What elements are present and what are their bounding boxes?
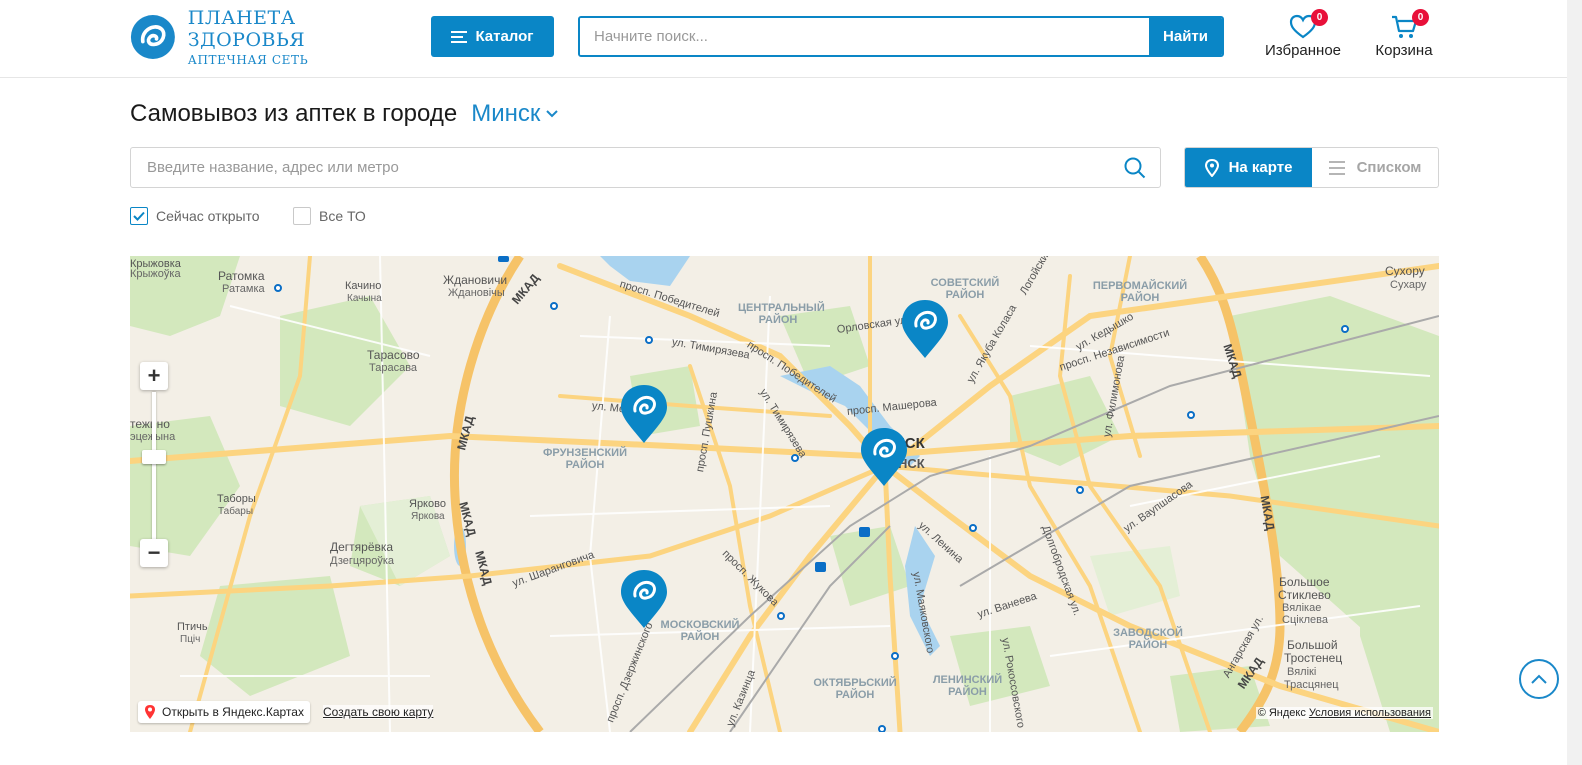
page-scrollbar[interactable] xyxy=(1567,0,1582,765)
pharmacy-map[interactable]: Крыжовка Крыжоўка Ратомка Ратамка Качино… xyxy=(130,256,1439,732)
place-label: Сухору xyxy=(1385,264,1425,278)
scroll-to-top-button[interactable] xyxy=(1519,659,1559,699)
logo[interactable]: ПЛАНЕТА ЗДОРОВЬЯ АПТЕЧНАЯ СЕТЬ xyxy=(130,7,400,67)
zoom-slider-handle[interactable] xyxy=(142,450,166,464)
copyright-text: © Яндекс xyxy=(1257,707,1306,719)
all-to-label: Все ТО xyxy=(319,208,366,224)
zoom-slider-track[interactable] xyxy=(152,392,156,542)
map-view-label: На карте xyxy=(1228,159,1293,176)
place-label: Пціч xyxy=(180,634,201,645)
menu-icon xyxy=(451,30,468,43)
chevron-down-icon xyxy=(546,110,559,118)
catalog-button[interactable]: Каталог xyxy=(431,16,554,57)
district-label: ФРУНЗЕНСКИЙ РАЙОН xyxy=(542,447,627,471)
place-label: Крыжоўка xyxy=(130,268,181,280)
map-view-button[interactable]: На карте xyxy=(1185,148,1312,187)
district-label: ЦЕНТРАЛЬНЫЙ РАЙОН xyxy=(738,302,825,326)
place-label: Сціклева xyxy=(1282,614,1328,626)
place-label: Стиклево xyxy=(1278,588,1331,602)
place-label: Ждановичи xyxy=(443,273,508,287)
place-label: Вялікі xyxy=(1287,666,1317,678)
yandex-pin-icon xyxy=(145,705,155,719)
logo-subtitle: АПТЕЧНАЯ СЕТЬ xyxy=(187,53,309,67)
place-label: Качына xyxy=(347,293,382,304)
place-label: Ждановічы xyxy=(448,287,505,299)
open-in-yandex-button[interactable]: Открыть в Яндекс.Картах xyxy=(138,701,310,723)
place-label: Тарасово xyxy=(367,348,420,362)
search-icon[interactable] xyxy=(1124,157,1146,179)
favorites-count-badge: 0 xyxy=(1311,9,1328,26)
cart-label: Корзина xyxy=(1375,42,1433,59)
place-label: Дзегцяроўка xyxy=(330,555,395,567)
place-label: Дегтярёвка xyxy=(330,540,394,554)
checkbox-unchecked[interactable] xyxy=(293,207,311,225)
district-label: ПЕРВОМАЙСКИЙ РАЙОН xyxy=(1092,280,1188,304)
map-copyright: © Яндекс Условия использования xyxy=(1255,707,1433,719)
place-label: Тростенец xyxy=(1284,651,1343,665)
site-header: ПЛАНЕТА ЗДОРОВЬЯ АПТЕЧНАЯ СЕТЬ Каталог Н… xyxy=(0,0,1567,78)
zoom-out-button[interactable]: − xyxy=(140,539,168,567)
place-label: Ратомка xyxy=(218,269,265,283)
cart-link[interactable]: 0 Корзина xyxy=(1373,9,1435,59)
map-base xyxy=(130,256,1439,732)
search-button[interactable]: Найти xyxy=(1149,18,1222,55)
pharmacy-pin[interactable] xyxy=(620,569,668,629)
title-row: Самовывоз из аптек в городе Минск xyxy=(130,100,559,128)
pharmacy-pin[interactable] xyxy=(860,427,908,487)
create-map-link[interactable]: Создать свою карту xyxy=(323,705,434,719)
logo-icon xyxy=(130,15,175,59)
view-toggle: На карте Списком xyxy=(1184,147,1439,188)
search-input[interactable] xyxy=(580,18,1149,55)
place-label: Сухару xyxy=(1390,279,1427,291)
zoom-control: + − xyxy=(140,362,168,567)
pharmacy-search-input[interactable] xyxy=(147,159,1124,176)
place-label: тежино xyxy=(130,417,170,431)
favorites-link[interactable]: 0 Избранное xyxy=(1264,9,1342,59)
cart-count-badge: 0 xyxy=(1412,9,1429,26)
pharmacy-pin[interactable] xyxy=(901,299,949,359)
place-label: Табары xyxy=(218,506,254,517)
page-title: Самовывоз из аптек в городе xyxy=(130,100,458,127)
open-now-label: Сейчас открыто xyxy=(156,208,260,224)
logo-name: ПЛАНЕТА ЗДОРОВЬЯ xyxy=(187,7,306,51)
list-icon xyxy=(1328,160,1345,175)
place-label: Тарасава xyxy=(369,362,418,374)
zoom-in-button[interactable]: + xyxy=(140,362,168,390)
pharmacy-pin[interactable] xyxy=(620,384,668,444)
place-label: Трасцянец xyxy=(1284,679,1339,691)
city-selector[interactable]: Минск xyxy=(471,100,559,128)
terms-link[interactable]: Условия использования xyxy=(1309,707,1431,719)
district-label: МОСКОВСКИЙ РАЙОН xyxy=(660,619,740,643)
list-view-label: Списком xyxy=(1356,159,1422,176)
city-name: Минск xyxy=(471,100,541,127)
open-in-yandex-label: Открыть в Яндекс.Картах xyxy=(162,705,304,719)
site-search: Найти xyxy=(578,16,1224,57)
pharmacy-search xyxy=(130,147,1161,188)
district-label: ЛЕНИНСКИЙ РАЙОН xyxy=(932,674,1003,698)
place-label: Ратамка xyxy=(222,283,265,295)
favorites-label: Избранное xyxy=(1264,42,1342,59)
place-label: Яркова xyxy=(411,511,445,522)
open-now-checkbox[interactable]: Сейчас открыто xyxy=(130,207,260,225)
check-icon xyxy=(133,211,145,221)
catalog-label: Каталог xyxy=(475,28,534,45)
list-view-button[interactable]: Списком xyxy=(1312,148,1438,187)
checkbox-checked[interactable] xyxy=(130,207,148,225)
district-label: СОВЕТСКИЙ РАЙОН xyxy=(930,277,1000,301)
map-pin-icon xyxy=(1204,158,1219,177)
district-label: ОКТЯБРЬСКИЙ РАЙОН xyxy=(813,677,897,701)
district-label: ЗАВОДСКОЙ РАЙОН xyxy=(1113,627,1183,651)
chevron-up-icon xyxy=(1531,674,1547,684)
all-to-checkbox[interactable]: Все ТО xyxy=(293,207,366,225)
